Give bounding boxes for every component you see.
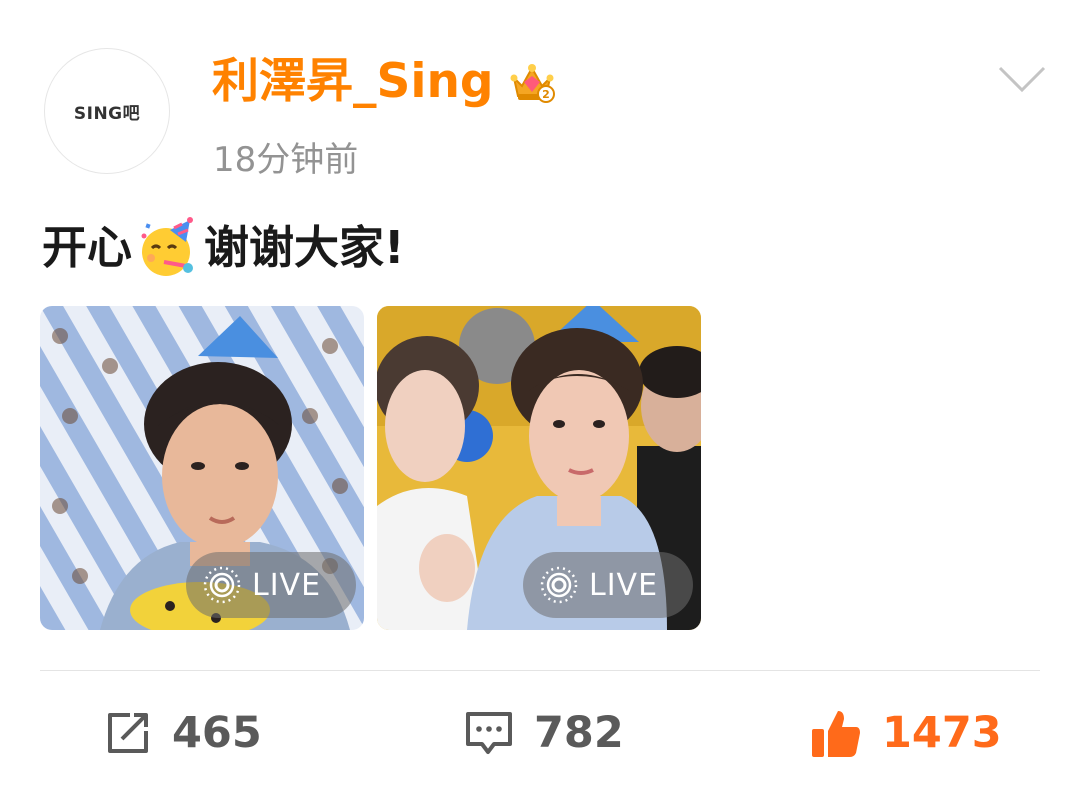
- live-photo-icon: [203, 566, 241, 604]
- divider: [40, 670, 1040, 671]
- repost-button[interactable]: 465: [104, 700, 262, 766]
- comment-count: 782: [534, 708, 624, 758]
- live-badge[interactable]: LIVE: [186, 552, 356, 618]
- repost-icon: [108, 713, 148, 753]
- post-photo-1[interactable]: LIVE: [40, 306, 364, 630]
- crown-badge-icon[interactable]: 2: [508, 58, 556, 106]
- repost-count: 465: [172, 708, 262, 758]
- live-label: LIVE: [589, 567, 659, 603]
- post-text-start: 开心: [42, 221, 133, 274]
- like-button[interactable]: 1473: [810, 700, 1002, 766]
- partying-face-emoji-icon: [141, 217, 194, 276]
- live-badge[interactable]: LIVE: [523, 552, 693, 618]
- post-text-end: 谢谢大家!: [204, 221, 405, 274]
- live-label: LIVE: [252, 567, 322, 603]
- author-header: 利澤昇_Sing 2: [212, 52, 556, 112]
- svg-text:2: 2: [542, 88, 550, 101]
- like-count: 1473: [882, 708, 1002, 758]
- thumbs-up-icon: [812, 711, 860, 757]
- author-avatar[interactable]: SING吧: [44, 48, 170, 174]
- avatar-text: SING吧: [73, 103, 141, 124]
- comment-icon: [466, 712, 512, 754]
- post-photo-2[interactable]: LIVE: [377, 306, 701, 630]
- author-name[interactable]: 利澤昇_Sing: [212, 52, 494, 112]
- live-photo-icon: [540, 566, 578, 604]
- comment-button[interactable]: 782: [464, 700, 624, 766]
- chevron-down-icon[interactable]: [996, 62, 1048, 98]
- post-timestamp: 18分钟前: [213, 140, 359, 180]
- post-text: 开心 谢谢大家!: [42, 214, 405, 282]
